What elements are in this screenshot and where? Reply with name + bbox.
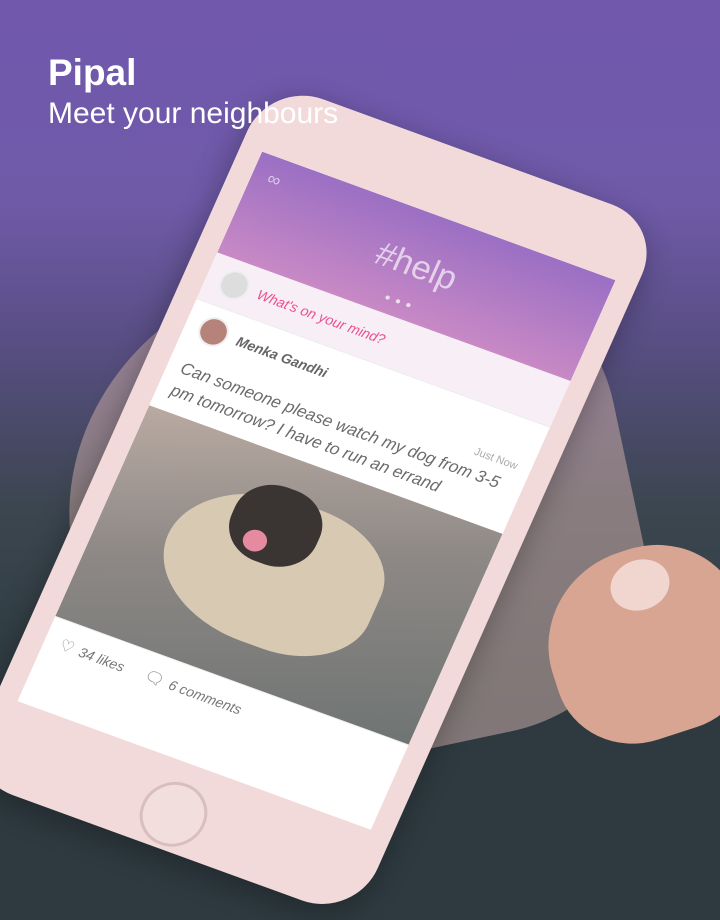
- hero-header: Pipal Meet your neighbours: [48, 52, 338, 132]
- app-tagline: Meet your neighbours: [48, 97, 339, 130]
- likes-count: 34 likes: [76, 643, 128, 675]
- app-logo-icon[interactable]: ∞: [264, 168, 284, 192]
- like-button[interactable]: ♡ 34 likes: [56, 635, 128, 677]
- comments-count: 6 comments: [166, 676, 245, 718]
- comment-icon: 🗨: [140, 667, 168, 691]
- app-title: Pipal: [48, 52, 137, 93]
- heart-icon: ♡: [56, 636, 77, 658]
- avatar: [214, 266, 255, 305]
